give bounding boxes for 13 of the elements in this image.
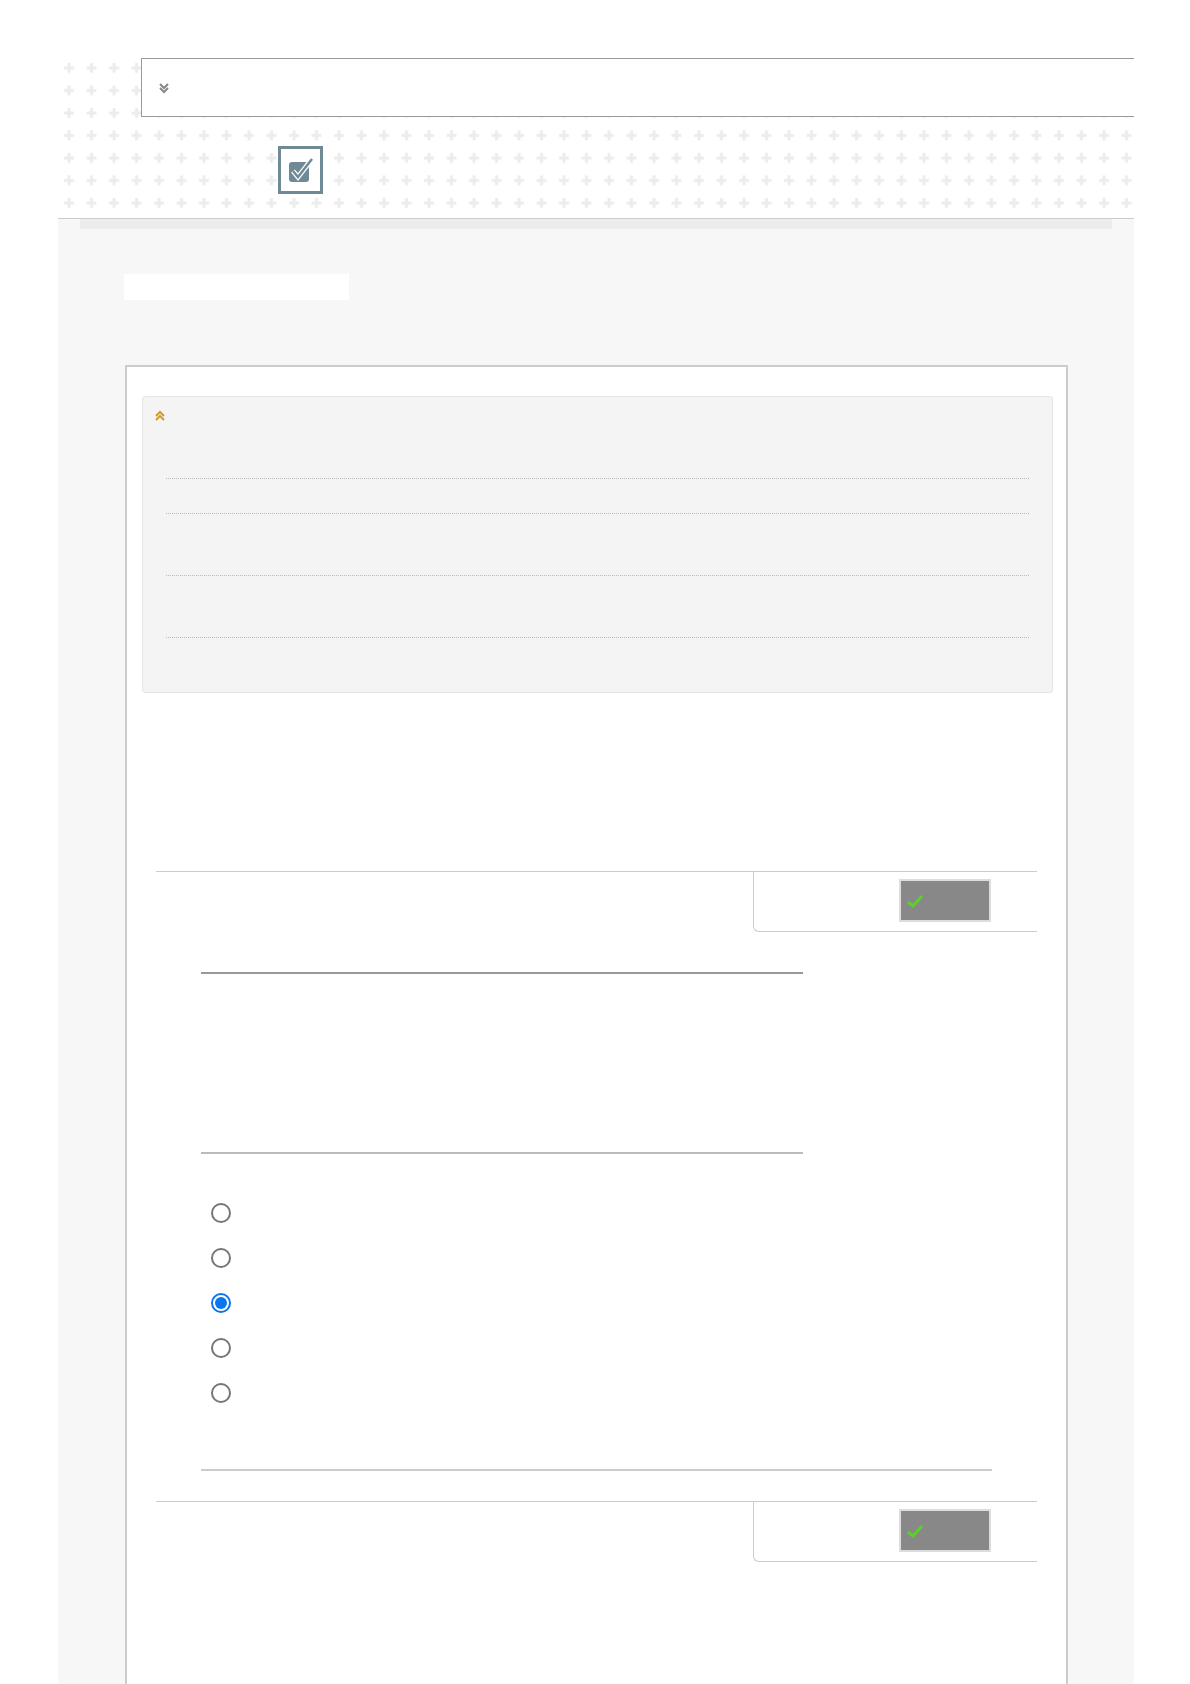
checkbox-icon bbox=[286, 156, 315, 184]
header-bar[interactable] bbox=[141, 58, 1134, 117]
radio-button[interactable] bbox=[211, 1203, 231, 1223]
checkmark-icon bbox=[907, 1523, 923, 1538]
checkmark-icon bbox=[907, 893, 923, 908]
double-chevron-icon[interactable] bbox=[154, 410, 166, 422]
radio-button[interactable] bbox=[211, 1293, 231, 1313]
radio-button[interactable] bbox=[211, 1383, 231, 1403]
check-button[interactable] bbox=[899, 879, 991, 922]
radio-button[interactable] bbox=[211, 1338, 231, 1358]
radio-button[interactable] bbox=[211, 1248, 231, 1268]
check-button[interactable] bbox=[899, 1509, 991, 1552]
double-chevron-icon[interactable] bbox=[158, 81, 170, 94]
